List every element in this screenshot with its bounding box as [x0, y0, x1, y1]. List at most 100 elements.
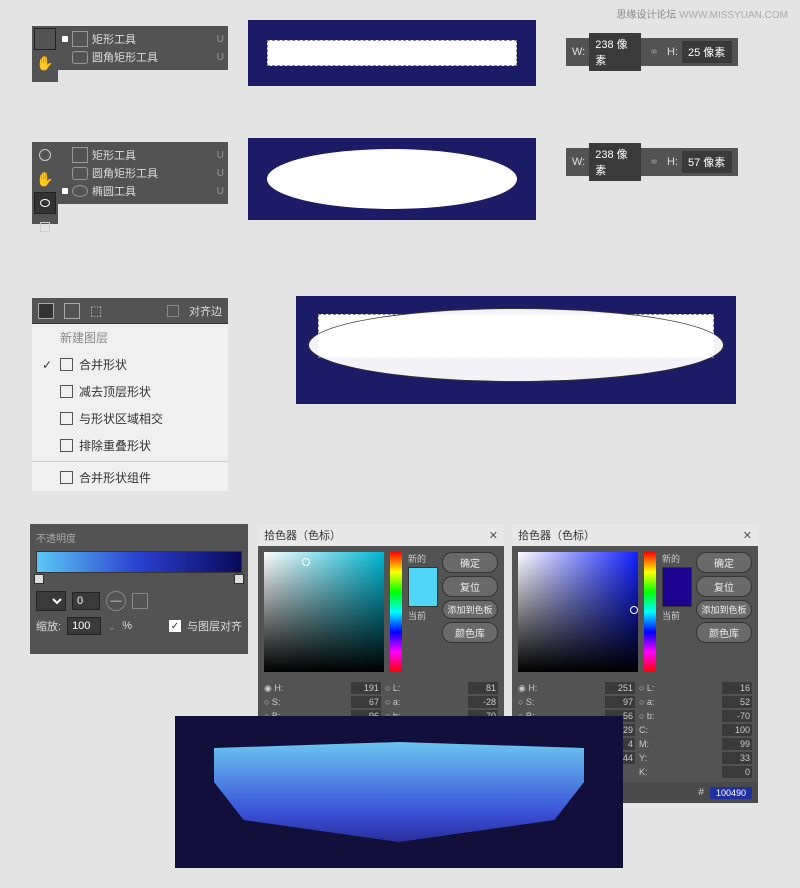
rect-icon	[72, 147, 88, 163]
close-icon[interactable]: ✕	[489, 529, 498, 542]
tool-row-roundrect[interactable]: 圆角矩形工具 U	[62, 48, 224, 66]
tool-row-rect[interactable]: 矩形工具 U	[62, 146, 224, 164]
menu-new-layer[interactable]: 新建图层	[32, 324, 228, 351]
color-lib-button[interactable]: 颜色库	[696, 622, 752, 643]
cancel-button[interactable]: 复位	[442, 576, 498, 597]
hue-slider[interactable]	[644, 552, 656, 672]
intersect-icon	[60, 412, 73, 425]
menu-merge-components[interactable]: 合并形状组件	[32, 464, 228, 491]
w-label: W:	[572, 156, 585, 168]
rect-shape[interactable]	[267, 40, 517, 66]
merge-comp-icon	[60, 471, 73, 484]
ok-button[interactable]: 确定	[696, 552, 752, 573]
grad-loc-input[interactable]	[72, 592, 100, 610]
ellipse-outline-icon	[39, 149, 51, 161]
selected-indicator	[62, 188, 68, 194]
cp-titlebar[interactable]: 拾色器（色标） ✕	[258, 524, 504, 546]
color-cursor[interactable]	[302, 558, 310, 566]
grad-stop-1[interactable]	[34, 574, 44, 584]
merge-icon	[60, 358, 73, 371]
rect-tool-slot[interactable]	[34, 28, 56, 50]
cur-label: 当前	[408, 609, 438, 622]
grad-reverse-icon[interactable]	[132, 593, 148, 609]
menu-intersect[interactable]: 与形状区域相交	[32, 405, 228, 432]
menu-subtract[interactable]: 减去顶层形状	[32, 378, 228, 405]
path-ops-panel: ⬚ 对齐边 新建图层 合并形状 减去顶层形状 与形状区域相交 排除重叠形状 合并…	[32, 298, 228, 491]
ellipse-icon	[72, 185, 88, 197]
scale-input[interactable]	[67, 617, 101, 635]
grad-header: 不透明度	[36, 530, 242, 545]
w-value[interactable]: 238 像素	[589, 33, 641, 71]
tool-row-ellipse[interactable]: 椭圆工具 U	[62, 182, 224, 200]
swatch-new	[663, 568, 691, 587]
h-label: H:	[667, 156, 678, 168]
hue-slider[interactable]	[390, 552, 402, 672]
grad-stop-2[interactable]	[234, 574, 244, 584]
menu-separator	[32, 461, 228, 462]
ops-arrange-icon[interactable]: ⬚	[90, 303, 102, 319]
scale-chevron[interactable]: ⌄	[107, 620, 116, 633]
combined-ellipse[interactable]	[308, 308, 724, 382]
subtract-icon	[60, 385, 73, 398]
new-label: 新的	[662, 552, 692, 565]
h-value[interactable]: 25 像素	[682, 41, 732, 63]
hex-label: #	[698, 787, 704, 798]
menu-label: 合并形状组件	[79, 469, 151, 486]
tool-row-roundrect[interactable]: 圆角矩形工具 U	[62, 164, 224, 182]
close-icon[interactable]: ✕	[743, 529, 752, 542]
add-swatch-button[interactable]: 添加到色板	[442, 600, 498, 619]
tool-flyout-1: 矩形工具 U 圆角矩形工具 U	[58, 26, 228, 70]
wh-readout-2: W: 238 像素 ⚭ H: 57 像素	[566, 148, 738, 176]
gradient-bar[interactable]	[36, 551, 242, 573]
wh-readout-1: W: 238 像素 ⚭ H: 25 像素	[566, 38, 738, 66]
hand-tool[interactable]: ✋	[34, 168, 56, 190]
color-field[interactable]	[264, 552, 384, 672]
ops-combine-icon[interactable]	[38, 303, 54, 319]
color-lib-button[interactable]: 颜色库	[442, 622, 498, 643]
link-icon[interactable]: ⚭	[649, 155, 659, 169]
result-canvas	[175, 716, 623, 868]
ellipse-tool-active[interactable]	[34, 192, 56, 214]
hand-icon: ✋	[36, 55, 53, 72]
ops-align-icon[interactable]	[64, 303, 80, 319]
ellipse-slot[interactable]	[34, 144, 56, 166]
link-icon[interactable]: ⚭	[649, 45, 659, 59]
tool-label: 圆角矩形工具	[92, 49, 213, 65]
grad-type-select[interactable]	[36, 591, 66, 611]
align-edges-checkbox[interactable]	[167, 305, 179, 317]
menu-label: 与形状区域相交	[79, 410, 163, 427]
cancel-button[interactable]: 复位	[696, 576, 752, 597]
hand-tool[interactable]: ✋	[34, 52, 56, 74]
align-layer-checkbox[interactable]: ✓	[169, 620, 181, 632]
menu-label: 减去顶层形状	[79, 383, 151, 400]
poly-slot[interactable]	[34, 216, 56, 238]
gradient-panel: 不透明度 — 缩放: ⌄ % ✓ 与图层对齐	[30, 524, 248, 654]
h-value[interactable]: 57 像素	[682, 151, 732, 173]
add-swatch-button[interactable]: 添加到色板	[696, 600, 752, 619]
new-label: 新的	[408, 552, 438, 565]
hex-value[interactable]: 100490	[710, 787, 752, 799]
path-ops-menu: 新建图层 合并形状 减去顶层形状 与形状区域相交 排除重叠形状 合并形状组件	[32, 324, 228, 491]
ok-button[interactable]: 确定	[442, 552, 498, 573]
tool-label: 矩形工具	[92, 31, 213, 47]
roundrect-icon	[72, 167, 88, 180]
tool-row-rect[interactable]: 矩形工具 U	[62, 30, 224, 48]
selected-indicator	[62, 36, 68, 42]
rect-outline-icon	[40, 222, 50, 232]
w-label: W:	[572, 46, 585, 58]
pct-label: %	[122, 620, 132, 632]
color-cursor[interactable]	[630, 606, 638, 614]
swatch-new	[409, 568, 437, 587]
ellipse-shape[interactable]	[267, 149, 517, 209]
roundrect-icon	[72, 51, 88, 64]
cp-titlebar[interactable]: 拾色器（色标） ✕	[512, 524, 758, 546]
hand-icon: ✋	[36, 171, 53, 188]
tool-shortcut: U	[217, 150, 224, 161]
menu-merge-shapes[interactable]: 合并形状	[32, 351, 228, 378]
ellipse-icon	[40, 199, 50, 207]
grad-angle-btn[interactable]: —	[106, 591, 126, 611]
w-value[interactable]: 238 像素	[589, 143, 641, 181]
tool-label: 椭圆工具	[92, 183, 213, 199]
color-field[interactable]	[518, 552, 638, 672]
menu-exclude[interactable]: 排除重叠形状	[32, 432, 228, 459]
